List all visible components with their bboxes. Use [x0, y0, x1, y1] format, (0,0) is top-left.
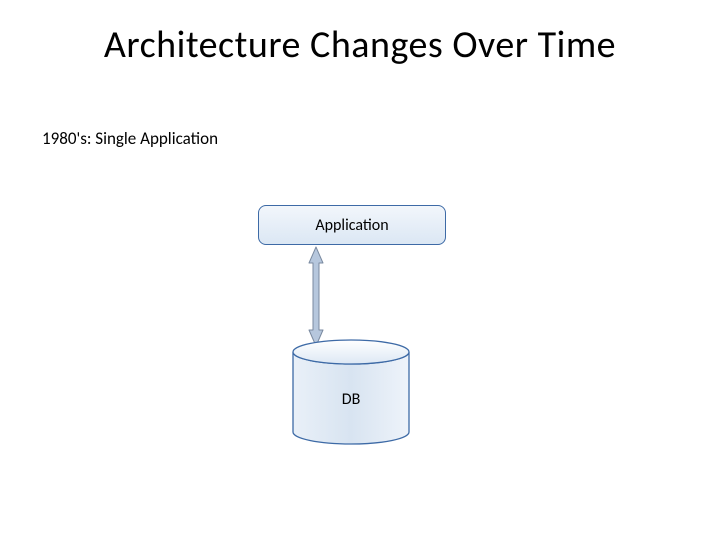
application-label: Application: [315, 216, 388, 235]
slide-title: Architecture Changes Over Time: [0, 22, 720, 68]
database-node: DB: [290, 338, 412, 446]
double-arrow-icon: [306, 245, 326, 348]
era-subtitle: 1980's: Single Application: [42, 128, 218, 149]
application-node: Application: [258, 205, 446, 245]
bidirectional-arrow: [306, 245, 326, 348]
database-label: DB: [290, 390, 412, 409]
